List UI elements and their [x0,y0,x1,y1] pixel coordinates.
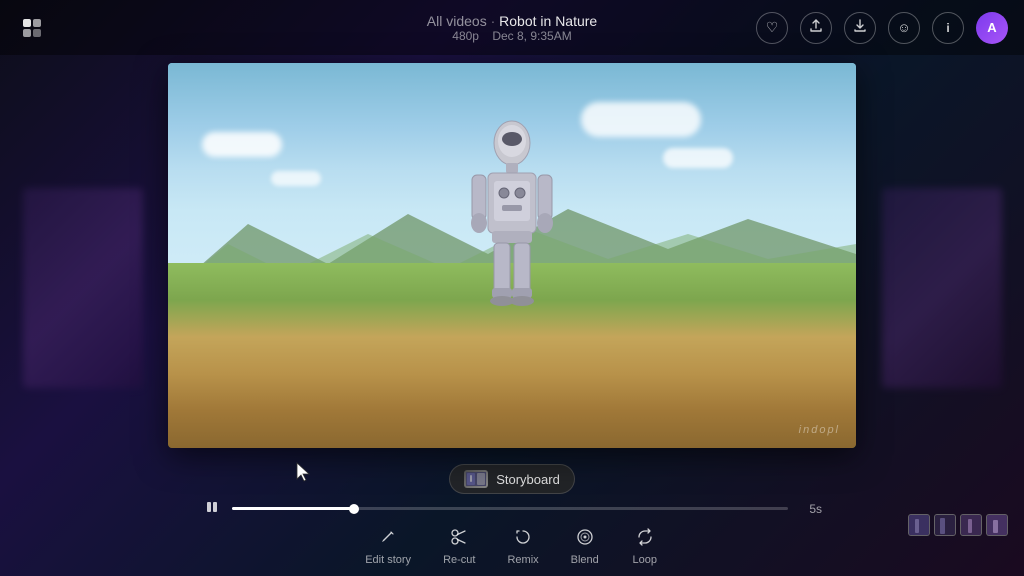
action-buttons-row: Edit story Re-cut [365,523,659,572]
main-container: All videos · Robot in Nature 480p Dec 8,… [0,0,1024,576]
edit-story-label: Edit story [365,554,411,566]
video-scene: indopl [168,63,856,448]
heart-icon: ♡ [766,19,779,36]
time-label: 5s [798,502,822,516]
progress-track[interactable] [232,507,788,510]
video-meta: 480p Dec 8, 9:35AM [452,29,571,43]
remix-icon [509,523,537,551]
loop-button[interactable]: Loop [631,523,659,566]
info-icon: i [946,21,949,35]
cloud-3 [663,148,733,168]
robot-figure [452,113,572,333]
download-button[interactable] [844,12,876,44]
top-bar-left [16,12,48,44]
remix-button[interactable]: Remix [507,523,538,566]
download-icon [853,19,867,36]
blend-icon [571,523,599,551]
cloud-2 [581,102,701,137]
loop-icon [631,523,659,551]
top-bar-center: All videos · Robot in Nature 480p Dec 8,… [427,13,597,43]
cloud-1 [202,132,282,157]
share-button[interactable] [800,12,832,44]
share-icon [809,19,823,36]
recut-label: Re-cut [443,554,475,566]
video-frame[interactable]: indopl [168,63,856,448]
user-avatar[interactable]: A [976,12,1008,44]
storyboard-thumbnail [464,470,488,488]
heart-button[interactable]: ♡ [756,12,788,44]
remix-label: Remix [507,554,538,566]
recut-icon [445,523,473,551]
pause-icon [205,500,219,517]
play-pause-button[interactable] [202,500,222,517]
progress-row: 5s [202,500,822,517]
video-area: indopl [0,55,1024,456]
progress-fill [232,507,354,510]
info-button[interactable]: i [932,12,964,44]
recut-button[interactable]: Re-cut [443,523,475,566]
loop-label: Loop [633,554,657,566]
blend-button[interactable]: Blend [571,523,599,566]
edit-story-button[interactable]: Edit story [365,523,411,566]
blend-label: Blend [571,554,599,566]
video-title: All videos · Robot in Nature [427,13,597,29]
edit-story-icon [374,523,402,551]
watermark: indopl [799,424,840,436]
app-logo[interactable] [16,12,48,44]
top-bar: All videos · Robot in Nature 480p Dec 8,… [0,0,1024,55]
controls-area: Storyboard 5s [0,456,1024,576]
storyboard-pill[interactable]: Storyboard [449,464,575,494]
emoji-icon: ☺ [897,20,910,35]
top-bar-actions: ♡ ☺ i [756,12,1008,44]
progress-thumb [349,504,359,514]
emoji-button[interactable]: ☺ [888,12,920,44]
cloud-4 [271,171,321,186]
storyboard-label: Storyboard [496,472,560,487]
